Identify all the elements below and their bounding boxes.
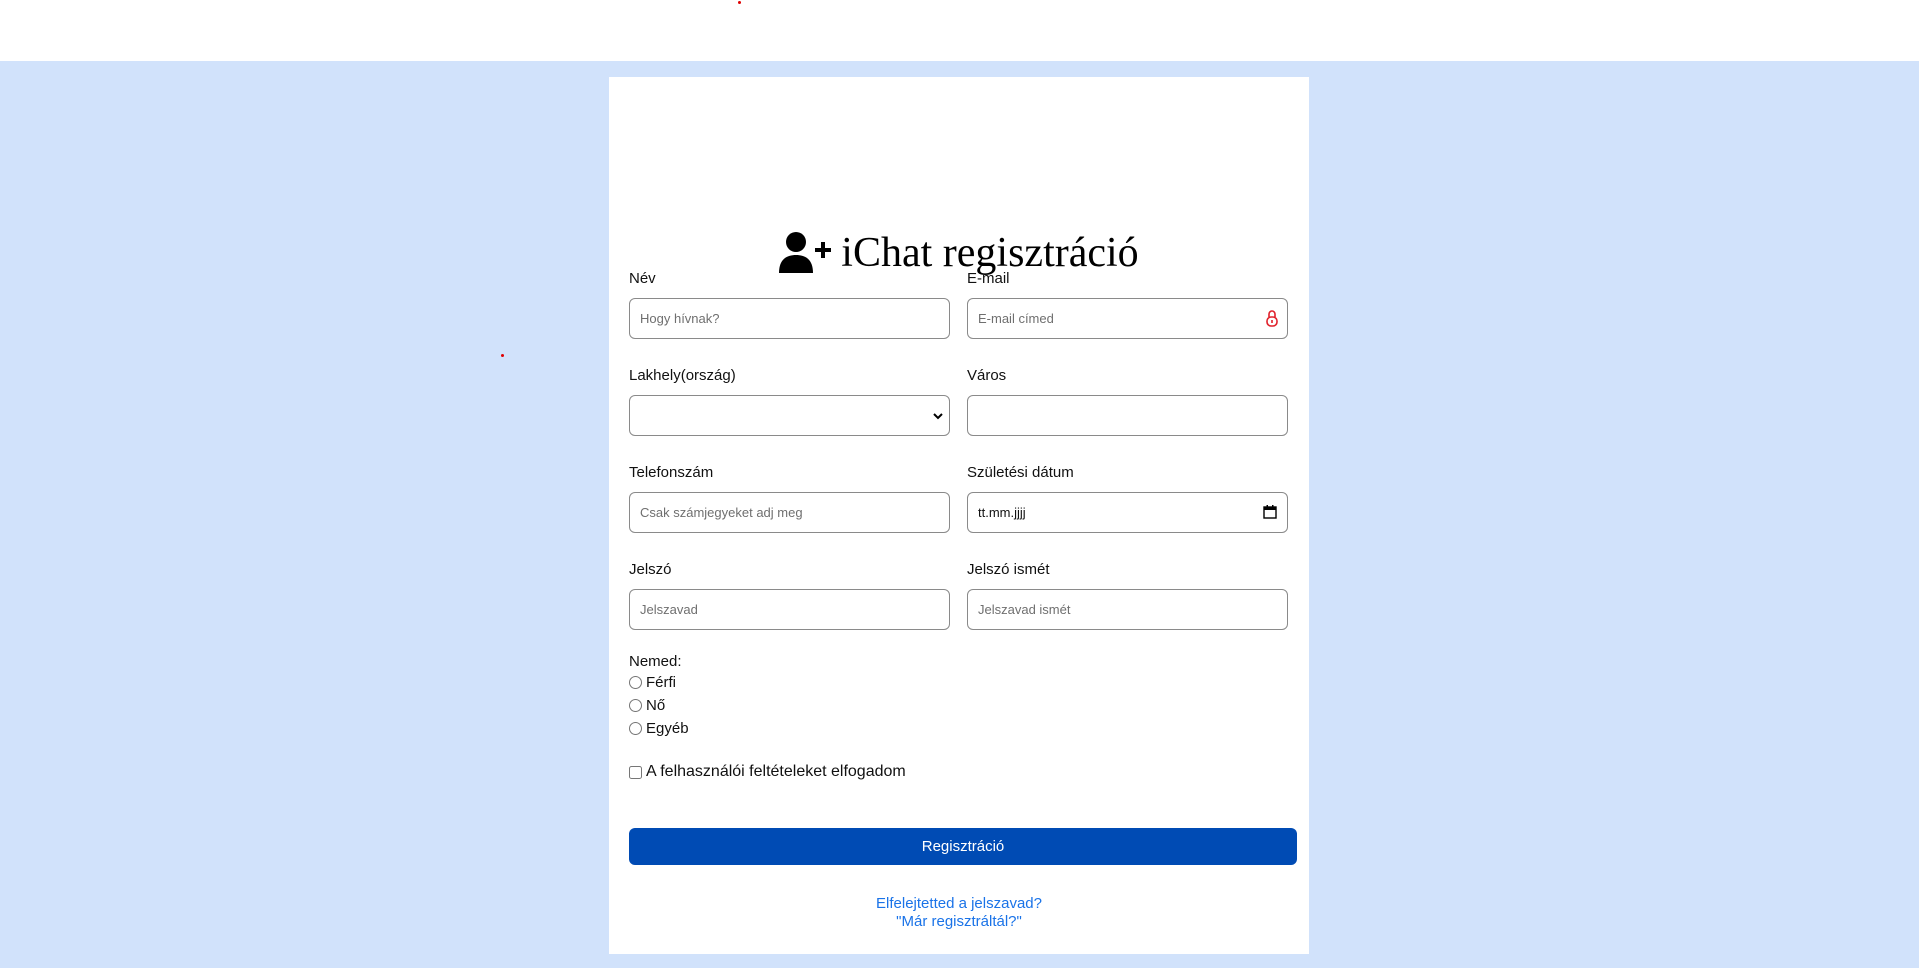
phone-input[interactable]: [629, 492, 950, 533]
city-label: Város: [967, 367, 1007, 384]
gender-option-label: Egyéb: [646, 720, 689, 737]
gender-radio-no[interactable]: [629, 699, 642, 712]
email-label: E-mail: [967, 270, 1010, 287]
name-label: Név: [629, 270, 656, 287]
country-select[interactable]: [629, 395, 950, 436]
country-label: Lakhely(ország): [629, 367, 736, 384]
gender-title: Nemed:: [629, 653, 682, 670]
page-title-row: iChat regisztráció: [609, 227, 1309, 279]
marker-dot: [738, 1, 741, 4]
footer-links: Elfelejtetted a jelszavad? "Már regisztr…: [609, 895, 1309, 931]
registration-card: iChat regisztráció Név E-mail Lakhely(or…: [609, 77, 1309, 954]
terms-checkbox-row[interactable]: A felhasználói feltételeket elfogadom: [629, 763, 906, 781]
gender-option-no[interactable]: Nő: [629, 697, 665, 714]
already-registered-link[interactable]: "Már regisztráltál?": [609, 913, 1309, 931]
register-button[interactable]: Regisztráció: [629, 828, 1297, 865]
birthdate-label: Születési dátum: [967, 464, 1074, 481]
name-input[interactable]: [629, 298, 950, 339]
lock-icon[interactable]: [1266, 309, 1278, 332]
password-label: Jelszó: [629, 561, 672, 578]
marker-dot: [501, 354, 504, 357]
password-input[interactable]: [629, 589, 950, 630]
city-input[interactable]: [967, 395, 1288, 436]
gender-option-egyeb[interactable]: Egyéb: [629, 720, 689, 737]
gender-option-label: Férfi: [646, 674, 676, 691]
user-plus-icon: [779, 231, 832, 275]
email-input[interactable]: [967, 298, 1288, 339]
phone-label: Telefonszám: [629, 464, 714, 481]
top-bar: [0, 0, 1919, 61]
birthdate-format-text: tt.mm.jjjj: [978, 505, 1026, 520]
forgot-password-link[interactable]: Elfelejtetted a jelszavad?: [609, 895, 1309, 913]
password-repeat-input[interactable]: [967, 589, 1288, 630]
terms-label: A felhasználói feltételeket elfogadom: [646, 763, 906, 780]
gender-option-label: Nő: [646, 697, 666, 714]
gender-radio-ferfi[interactable]: [629, 676, 642, 689]
calendar-icon[interactable]: [1263, 505, 1277, 524]
gender-option-ferfi[interactable]: Férfi: [629, 674, 676, 691]
gender-radio-egyeb[interactable]: [629, 722, 642, 735]
password-repeat-label: Jelszó ismét: [967, 561, 1050, 578]
terms-checkbox[interactable]: [629, 765, 642, 779]
